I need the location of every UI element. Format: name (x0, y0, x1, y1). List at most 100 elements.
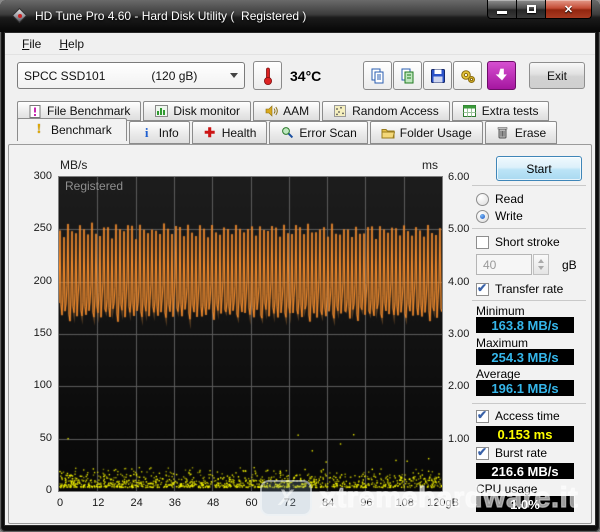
separator (472, 185, 586, 186)
left-axis-unit: MB/s (60, 158, 87, 172)
benchmark-chart (58, 176, 443, 492)
axis-tick: 0 (20, 484, 52, 496)
title-bar[interactable]: HD Tune Pro 4.60 - Hard Disk Utility ( R… (0, 0, 600, 32)
short-stroke-label: Short stroke (495, 235, 560, 249)
axis-tick: 200 (20, 275, 52, 287)
axis-tick: 50 (20, 432, 52, 444)
maximum-label: Maximum (476, 336, 528, 350)
short-stroke-unit: gB (562, 258, 577, 272)
write-radio-label: Write (495, 209, 523, 223)
benchmark-panel: MB/s ms Registered Start Read Write Shor… (8, 144, 592, 524)
axis-tick: 2.00 (448, 380, 482, 392)
extra-tests-icon (463, 104, 477, 118)
short-stroke-checkbox[interactable] (476, 236, 489, 249)
cpu-usage-value: 1.0% (476, 496, 574, 512)
folder-icon (381, 126, 395, 140)
maximum-value: 254.3 MB/s (476, 349, 574, 365)
tab-erase[interactable]: Erase (485, 121, 557, 144)
temperature-value: 34°C (290, 68, 321, 84)
read-radio[interactable] (476, 193, 489, 206)
average-label: Average (476, 367, 520, 381)
tab-folder-usage[interactable]: Folder Usage (370, 121, 483, 144)
trash-icon (496, 126, 510, 140)
maximize-button[interactable] (517, 0, 546, 19)
burst-rate-label: Burst rate (495, 446, 547, 460)
burst-rate-row[interactable]: Burst rate (476, 446, 547, 460)
axis-tick: 150 (20, 327, 52, 339)
tab-benchmark[interactable]: ! Benchmark (17, 118, 127, 141)
read-radio-row[interactable]: Read (476, 192, 524, 206)
minimum-value: 163.8 MB/s (476, 317, 574, 333)
average-value: 196.1 MB/s (476, 380, 574, 396)
access-time-label: Access time (495, 409, 560, 423)
save-button[interactable] (423, 61, 452, 90)
exclamation-icon: ! (32, 123, 46, 137)
write-radio-row[interactable]: Write (476, 209, 523, 223)
menu-bar: File Help (5, 33, 595, 55)
tab-strip: File Benchmark Disk monitor AAM (5, 100, 595, 145)
minimize-button[interactable] (487, 0, 517, 19)
axis-tick: 5.00 (448, 223, 482, 235)
access-time-value: 0.153 ms (476, 426, 574, 442)
controls-column: Start Read Write Short stroke 40 gB (470, 145, 590, 525)
access-time-checkbox[interactable] (476, 410, 489, 423)
stepper-down-icon[interactable] (538, 266, 544, 270)
tab-health[interactable]: ✚ Health (192, 121, 268, 144)
write-radio[interactable] (476, 210, 489, 223)
menu-help[interactable]: Help (50, 34, 93, 54)
options-button[interactable] (453, 61, 482, 90)
axis-tick: 300 (20, 170, 52, 182)
menu-file[interactable]: File (13, 34, 50, 54)
copy-button[interactable] (363, 61, 392, 90)
transfer-rate-row[interactable]: Transfer rate (476, 282, 563, 296)
info-icon: i (140, 126, 154, 140)
stepper-up-icon[interactable] (538, 259, 544, 263)
exit-button[interactable]: Exit (529, 62, 585, 89)
gears-icon (459, 67, 477, 85)
short-stroke-stepper[interactable] (533, 254, 549, 275)
down-arrow-icon (494, 68, 510, 84)
short-stroke-input[interactable]: 40 (476, 254, 532, 275)
temperature-button[interactable] (253, 61, 282, 90)
short-stroke-row[interactable]: Short stroke (476, 235, 560, 249)
window-title: HD Tune Pro 4.60 - Hard Disk Utility ( R… (35, 9, 306, 23)
minimize-icon (497, 11, 507, 14)
drive-name: SPCC SSD101 (24, 69, 105, 83)
start-button[interactable]: Start (496, 156, 582, 181)
right-axis-unit: ms (422, 158, 438, 172)
access-time-row[interactable]: Access time (476, 409, 560, 423)
axis-tick: 6.00 (448, 171, 482, 183)
tab-info[interactable]: i Info (129, 121, 190, 144)
random-access-icon (333, 104, 347, 118)
update-button[interactable] (487, 61, 516, 90)
separator (472, 300, 586, 301)
separator (472, 403, 586, 404)
maximize-icon (527, 5, 536, 13)
toolbar: SPCC SSD101 (120 gB) 34°C (5, 55, 595, 100)
axis-tick: 120gB (421, 497, 465, 509)
thermometer-icon (260, 66, 276, 86)
tab-random-access[interactable]: Random Access (322, 101, 450, 121)
drive-select[interactable]: SPCC SSD101 (120 gB) (17, 62, 245, 89)
axis-tick: 4.00 (448, 276, 482, 288)
file-benchmark-icon (28, 104, 42, 118)
tab-extra-tests[interactable]: Extra tests (452, 101, 550, 121)
burst-rate-value: 216.6 MB/s (476, 463, 574, 479)
tab-disk-monitor[interactable]: Disk monitor (143, 101, 251, 121)
copy-image-button[interactable] (393, 61, 422, 90)
axis-tick: 1.00 (448, 433, 482, 445)
health-cross-icon: ✚ (203, 126, 217, 140)
drive-capacity: (120 gB) (151, 69, 197, 83)
close-button[interactable]: ✕ (546, 0, 592, 19)
minimum-label: Minimum (476, 304, 525, 318)
close-icon: ✕ (564, 3, 573, 16)
burst-rate-checkbox[interactable] (476, 447, 489, 460)
axis-tick: 250 (20, 222, 52, 234)
save-icon (429, 67, 447, 85)
copy-image-icon (399, 67, 417, 85)
tab-error-scan[interactable]: Error Scan (269, 121, 367, 144)
axis-tick: 100 (20, 379, 52, 391)
tab-aam[interactable]: AAM (253, 101, 320, 121)
registered-watermark: Registered (65, 179, 123, 193)
disk-monitor-icon (154, 104, 168, 118)
